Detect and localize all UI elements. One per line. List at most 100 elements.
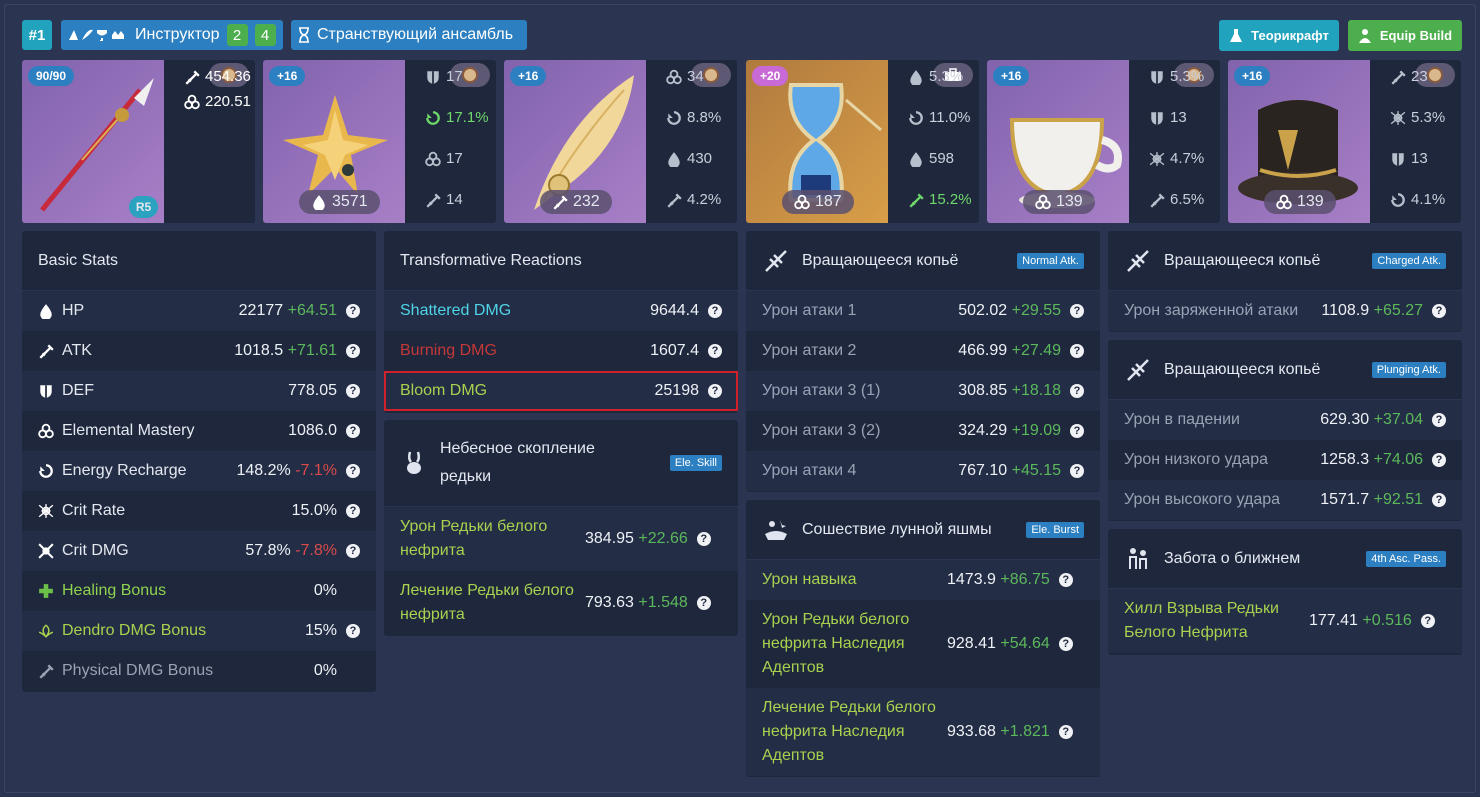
substat: 5.3% (1149, 68, 1204, 85)
stat-label: Energy Recharge (62, 462, 187, 479)
reaction-value: 25198 (654, 382, 700, 399)
talent-value: 933.68 +1.821 (947, 723, 1050, 740)
help-icon[interactable]: ? (346, 424, 360, 438)
stat-value: 1086.0 (288, 422, 337, 439)
help-icon[interactable]: ? (346, 544, 360, 558)
help-icon[interactable]: ? (708, 384, 722, 398)
talent-value: 466.99 +27.49 (958, 342, 1061, 359)
help-icon[interactable]: ? (1432, 304, 1446, 318)
help-icon[interactable]: ? (346, 344, 360, 358)
refinement-badge: R5 (129, 196, 158, 218)
substat-value: 5.3% (1411, 109, 1446, 126)
help-icon[interactable]: ? (1070, 384, 1084, 398)
item-level: 90/90 (28, 66, 75, 86)
main-stat: 232 (540, 190, 612, 214)
artifact-card[interactable]: +16 232 34 8.8% 430 4.2% (504, 60, 737, 223)
stat-label: Elemental Mastery (62, 422, 195, 439)
burst-title: Сошествие лунной яшмы (802, 520, 992, 538)
talent-label: Урон Редьки белого нефрита Наследия Адеп… (762, 611, 910, 676)
main-stat: 139 (1023, 190, 1095, 214)
substat: 454.36 (184, 68, 251, 85)
skill-header: Небесное скопление редьки Ele. Skill (384, 420, 738, 507)
help-icon[interactable]: ? (1420, 614, 1435, 628)
substat: 15.2% (908, 191, 972, 208)
substat: 5.3% (908, 68, 963, 85)
plunging-attack-header: Вращающееся копьё Plunging Atk. (1108, 340, 1462, 400)
talent-row: Хилл Взрыва Редьки Белого Нефрита 177.41 … (1108, 589, 1462, 653)
talent-label: Урон заряженной атаки (1124, 302, 1299, 319)
crit-icon (1149, 151, 1165, 166)
stat-label: DEF (62, 382, 94, 399)
crit-icon (38, 504, 54, 518)
talent-row: Урон высокого удара 1571.7 +92.51? (1108, 480, 1462, 520)
set-count-4: 4 (254, 24, 276, 46)
help-icon[interactable]: ? (696, 532, 711, 546)
equip-build-button[interactable]: Equip Build (1348, 20, 1462, 51)
help-icon[interactable]: ? (1070, 344, 1084, 358)
character-title-tag[interactable]: Инструктор 2 4 (61, 20, 283, 50)
help-icon[interactable]: ? (708, 344, 722, 358)
em-icon (425, 151, 441, 166)
substat: 5.3% (1390, 109, 1445, 126)
talent-row: Урон Редьки белого нефрита Наследия Адеп… (746, 600, 1100, 688)
help-icon[interactable]: ? (346, 624, 360, 638)
stat-delta: +71.61 (287, 342, 337, 359)
help-icon[interactable]: ? (1070, 304, 1084, 318)
charged-attack-header: Вращающееся копьё Charged Atk. (1108, 231, 1462, 291)
main-stat: 139 (1264, 190, 1336, 214)
substat: 13 (1149, 109, 1187, 126)
substat-value: 4.7% (1170, 150, 1205, 167)
artifact-card[interactable]: +16 139 5.3% 13 4.7% 6.5% (987, 60, 1220, 223)
equip-build-label: Equip Build (1379, 28, 1453, 43)
stat-row: Elemental Mastery 1086.0? (22, 411, 376, 451)
help-icon[interactable]: ? (696, 596, 711, 610)
help-icon[interactable]: ? (1070, 464, 1084, 478)
help-icon[interactable]: ? (1058, 725, 1073, 739)
substat: 23 (1390, 68, 1428, 85)
talent-label: Урон навыка (762, 571, 857, 588)
rank-badge: #1 (22, 20, 52, 50)
substat-value: 5.3% (1170, 68, 1205, 85)
help-icon[interactable]: ? (1432, 413, 1446, 427)
stat-label: Healing Bonus (62, 582, 167, 599)
artifact-card[interactable]: +16 139 23 5.3% 13 4.1% (1228, 60, 1461, 223)
talent-label: Лечение Редьки белого нефрита (400, 582, 574, 623)
artifact-set-tag[interactable]: Странствующий ансамбль (291, 20, 527, 50)
substats: 5.3% 11.0% 598 15.2% (896, 60, 979, 223)
passive-badge: 4th Asc. Pass. (1366, 550, 1446, 567)
substat-value: 4.2% (687, 191, 722, 208)
substat-value: 15.2% (929, 191, 972, 208)
talent-label: Урон в падении (1124, 411, 1240, 428)
artifact-card[interactable]: +16 3571 17 17.1% 17 14 (263, 60, 496, 223)
substat-value: 34 (687, 68, 704, 85)
talent-label: Урон высокого удара (1124, 491, 1281, 508)
stat-value: 148.2% -7.1% (236, 462, 337, 479)
def-icon (1151, 111, 1163, 125)
help-icon[interactable]: ? (1432, 453, 1446, 467)
help-icon[interactable]: ? (1432, 493, 1446, 507)
theorycraft-button[interactable]: Теорикрафт (1219, 20, 1339, 51)
set-count-2: 2 (226, 24, 248, 46)
substat: 13 (1390, 150, 1428, 167)
help-icon[interactable]: ? (708, 304, 722, 318)
help-icon[interactable]: ? (1058, 637, 1073, 651)
substats: 17 17.1% 17 14 (413, 60, 496, 223)
help-icon[interactable]: ? (346, 504, 360, 518)
stat-delta: -7.1% (295, 462, 337, 479)
stat-value: 15.0% (291, 502, 337, 519)
hp-icon (40, 304, 52, 319)
talent-value: 793.63 +1.548 (585, 594, 688, 611)
polearm-icon (765, 249, 787, 272)
help-icon[interactable]: ? (346, 384, 360, 398)
substat-value: 17 (446, 68, 463, 85)
talent-label: Урон атаки 4 (762, 462, 857, 479)
help-icon[interactable]: ? (1058, 573, 1073, 587)
stat-value: 57.8% -7.8% (245, 542, 337, 559)
substat: 220.51 (184, 93, 251, 110)
help-icon[interactable]: ? (346, 304, 360, 318)
rabbit-icon (407, 451, 421, 474)
weapon-card[interactable]: 90/90 R5 454.36 220.51 (22, 60, 255, 223)
help-icon[interactable]: ? (346, 464, 360, 478)
help-icon[interactable]: ? (1070, 424, 1084, 438)
artifact-card[interactable]: +20 187 5.3% 11.0% 598 15.2% (746, 60, 979, 223)
